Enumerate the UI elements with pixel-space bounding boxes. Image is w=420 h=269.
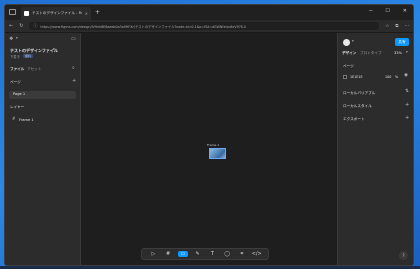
browser-tab[interactable]: テストのデザインファイル - Figma × bbox=[21, 7, 91, 20]
visibility-eye-icon[interactable]: ◉ bbox=[404, 73, 408, 79]
tab-prototype[interactable]: プロトタイプ bbox=[360, 51, 382, 56]
close-window-button[interactable]: ✕ bbox=[403, 8, 407, 14]
avatar[interactable] bbox=[343, 39, 350, 46]
layers-heading: レイヤー bbox=[10, 105, 25, 109]
new-tab-button[interactable]: + bbox=[95, 9, 100, 16]
file-chevron-icon[interactable]: ▾ bbox=[53, 47, 55, 52]
tab-strip: テストのデザインファイル - Figma × + ─ ☐ ✕ bbox=[5, 5, 413, 20]
add-style-icon[interactable]: + bbox=[405, 103, 409, 108]
window-controls: ─ ☐ ✕ bbox=[369, 8, 407, 14]
local-variables[interactable]: ローカルバリアブル bbox=[343, 91, 375, 96]
bottom-toolbar: ▷ # ▭ ✎ T ◯ ⌗ </> bbox=[141, 248, 269, 260]
help-button[interactable]: ? bbox=[399, 251, 408, 260]
page-color-hex[interactable]: 1E1E1E bbox=[350, 75, 363, 79]
export-section[interactable]: エクスポート bbox=[343, 117, 364, 122]
text-tool-icon[interactable]: T bbox=[207, 251, 217, 257]
page-item[interactable]: Page 1 bbox=[13, 92, 25, 96]
dev-mode-icon[interactable]: </> bbox=[252, 251, 262, 257]
avatar-chevron-icon[interactable]: ▾ bbox=[352, 39, 354, 44]
favorite-star-icon[interactable]: ☆ bbox=[385, 24, 389, 29]
frame-label[interactable]: Frame 1 bbox=[207, 143, 219, 147]
url-text: https://www.figma.com/design/IV9xh6E6aee… bbox=[40, 24, 246, 29]
page-opacity-unit: % bbox=[395, 75, 399, 79]
resources-tool-icon[interactable]: ⌗ bbox=[237, 251, 247, 257]
extensions-icon[interactable]: ⧉ bbox=[395, 23, 398, 29]
share-label: 共有 bbox=[398, 39, 406, 44]
menu-dots-icon[interactable]: ⋯ bbox=[405, 24, 410, 29]
plan-badge: 無料 bbox=[23, 54, 34, 58]
canvas[interactable]: Frame 1 ▷ # ▭ ✎ T ◯ ⌗ </> bbox=[81, 33, 337, 265]
shape-tool-icon[interactable]: ▭ bbox=[177, 251, 188, 257]
pen-tool-icon[interactable]: ✎ bbox=[193, 251, 203, 257]
right-panel: ▾ 共有 デザイン プロトタイプ 33% ▾ ページ 1E1E1E 100 % … bbox=[337, 33, 413, 265]
sidebar-toggle-icon[interactable]: ▭ bbox=[71, 37, 76, 42]
zoom-level[interactable]: 33% bbox=[394, 51, 402, 55]
comment-tool-icon[interactable]: ◯ bbox=[222, 251, 232, 257]
frame-tool-icon[interactable]: # bbox=[163, 251, 173, 257]
add-page-icon[interactable]: + bbox=[72, 79, 76, 84]
local-styles[interactable]: ローカルスタイル bbox=[343, 104, 372, 109]
team-name: 下書き bbox=[10, 55, 20, 59]
move-tool-icon[interactable]: ▷ bbox=[148, 251, 158, 257]
tab-assets[interactable]: アセット bbox=[27, 67, 41, 72]
window-menu-icon[interactable] bbox=[9, 9, 16, 15]
back-icon[interactable]: ← bbox=[9, 23, 13, 29]
address-bar-row: ← ↻ ⓘ https://www.figma.com/design/IV9xh… bbox=[5, 20, 413, 33]
share-button[interactable]: 共有 bbox=[395, 38, 409, 46]
reload-icon[interactable]: ↻ bbox=[19, 23, 23, 29]
page-color-swatch[interactable] bbox=[343, 75, 347, 79]
frame-layer-icon: # bbox=[12, 116, 16, 121]
figma-favicon-icon bbox=[24, 11, 29, 16]
frame-thumbnail[interactable] bbox=[209, 148, 226, 159]
left-panel: ❖ ▾ ▭ テストのデザインファイル ▾ 下書き 無料 ファイル アセット ⌕ … bbox=[5, 33, 81, 265]
search-icon[interactable]: ⌕ bbox=[72, 66, 75, 71]
url-field[interactable]: ⓘ https://www.figma.com/design/IV9xh6E6a… bbox=[29, 22, 380, 30]
tab-close-icon[interactable]: × bbox=[85, 11, 88, 16]
variables-icon[interactable]: ⇅ bbox=[405, 89, 409, 95]
page-section-heading: ページ bbox=[343, 64, 354, 68]
add-export-icon[interactable]: + bbox=[405, 116, 409, 121]
tab-file[interactable]: ファイル bbox=[10, 67, 24, 72]
browser-window: テストのデザインファイル - Figma × + ─ ☐ ✕ ← ↻ ⓘ htt… bbox=[4, 4, 414, 266]
zoom-chevron-icon[interactable]: ▾ bbox=[406, 50, 408, 55]
chevron-down-icon[interactable]: ▾ bbox=[16, 36, 18, 41]
help-icon: ? bbox=[402, 253, 405, 258]
minimize-button[interactable]: ─ bbox=[369, 8, 372, 14]
page-opacity[interactable]: 100 bbox=[385, 75, 391, 79]
layer-item[interactable]: Frame 1 bbox=[19, 118, 34, 122]
tab-design[interactable]: デザイン bbox=[342, 51, 356, 56]
maximize-button[interactable]: ☐ bbox=[385, 8, 389, 14]
pages-heading: ページ bbox=[10, 80, 21, 84]
figma-app: ❖ ▾ ▭ テストのデザインファイル ▾ 下書き 無料 ファイル アセット ⌕ … bbox=[5, 33, 413, 265]
tab-title: テストのデザインファイル - Figma bbox=[32, 11, 82, 15]
figma-main-menu-icon[interactable]: ❖ bbox=[9, 37, 13, 42]
site-info-icon[interactable]: ⓘ bbox=[33, 23, 37, 29]
